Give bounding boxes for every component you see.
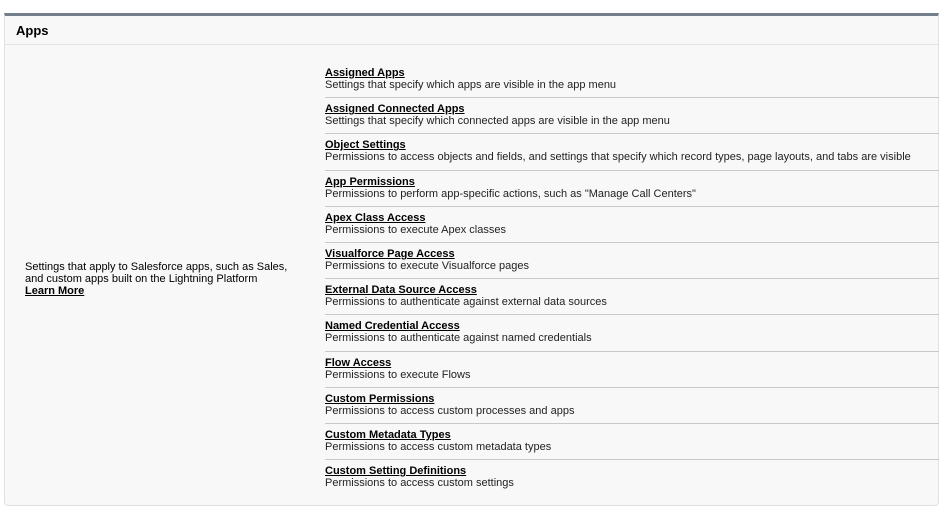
external-data-source-access-link[interactable]: External Data Source Access [325,284,477,296]
flow-access-description: Permissions to execute Flows [325,368,471,381]
section-description-block: Settings that apply to Salesforce apps, … [25,261,307,297]
assigned-connected-apps-link[interactable]: Assigned Connected Apps [325,103,465,115]
apps-section-panel: Apps Settings that apply to Salesforce a… [4,13,939,506]
assigned-apps-description: Settings that specify which apps are vis… [325,79,617,91]
visualforce-page-access-description: Permissions to execute Visualforce pages [325,259,530,272]
app-permissions-link[interactable]: App Permissions [325,176,415,188]
list-item-visualforce-page-access: Visualforce Page Access Permissions to e… [325,243,939,280]
custom-metadata-types-description: Permissions to access custom metadata ty… [325,440,552,453]
custom-permissions-link[interactable]: Custom Permissions [325,393,434,405]
list-item-external-data-source-access: External Data Source Access Permissions … [325,279,939,316]
list-item-custom-setting-definitions: Custom Setting Definitions Permissions t… [325,460,939,496]
section-description: Settings that apply to Salesforce apps, … [25,261,288,285]
apex-class-access-description: Permissions to execute Apex classes [325,223,506,236]
section-header: Apps [5,16,938,45]
custom-permissions-description: Permissions to access custom processes a… [325,404,575,417]
list-item-flow-access: Flow Access Permissions to execute Flows [325,352,939,388]
list-item-app-permissions: App Permissions Permissions to perform a… [325,171,939,207]
visualforce-page-access-link[interactable]: Visualforce Page Access [325,248,455,260]
apex-class-access-link[interactable]: Apex Class Access [325,212,426,224]
object-settings-description: Permissions to access objects and fields… [325,151,911,164]
custom-metadata-types-link[interactable]: Custom Metadata Types [325,429,451,441]
named-credential-access-description: Permissions to authenticate against name… [325,332,592,345]
app-permissions-description: Permissions to perform app-specific acti… [325,187,696,200]
external-data-source-access-description: Permissions to authenticate against exte… [325,296,607,309]
list-item-named-credential-access: Named Credential Access Permissions to a… [325,315,939,352]
list-item-custom-permissions: Custom Permissions Permissions to access… [325,388,939,424]
list-item-object-settings: Object Settings Permissions to access ob… [325,134,939,171]
section-title: Apps [16,22,49,38]
list-item-custom-metadata-types: Custom Metadata Types Permissions to acc… [325,424,939,461]
learn-more-link[interactable]: Learn More [25,285,307,297]
object-settings-link[interactable]: Object Settings [325,139,406,151]
settings-list: Assigned Apps Settings that specify whic… [325,62,939,496]
named-credential-access-link[interactable]: Named Credential Access [325,320,460,332]
custom-setting-definitions-link[interactable]: Custom Setting Definitions [325,465,466,477]
list-item-assigned-apps: Assigned Apps Settings that specify whic… [325,62,939,99]
custom-setting-definitions-description: Permissions to access custom settings [325,477,514,490]
assigned-apps-link[interactable]: Assigned Apps [325,67,405,79]
assigned-connected-apps-description: Settings that specify which connected ap… [325,115,670,128]
flow-access-link[interactable]: Flow Access [325,357,391,369]
list-item-apex-class-access: Apex Class Access Permissions to execute… [325,207,939,243]
list-item-assigned-connected-apps: Assigned Connected Apps Settings that sp… [325,98,939,135]
